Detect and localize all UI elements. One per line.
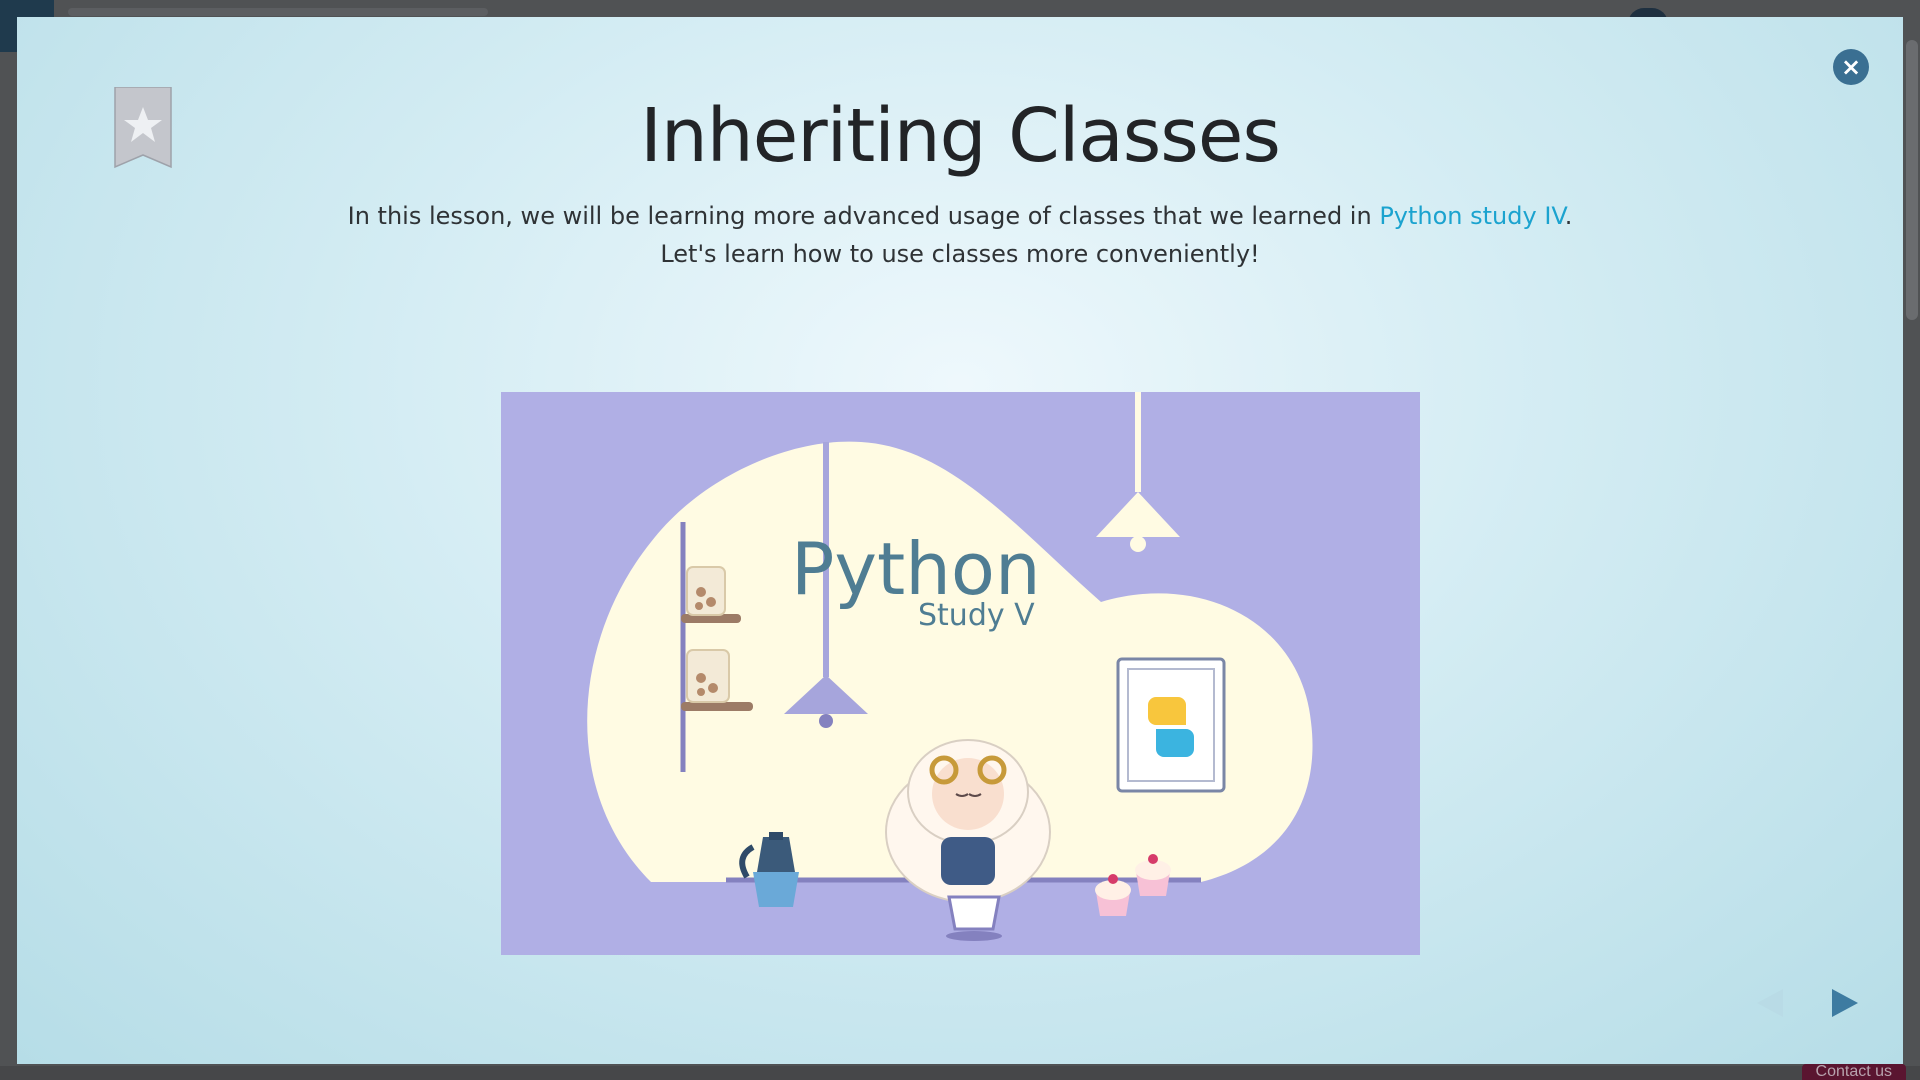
prev-arrow-icon[interactable] <box>1757 989 1783 1017</box>
description-line-2: Let's learn how to use classes more conv… <box>660 240 1260 268</box>
cover-illustration: Python Study V <box>587 392 1313 941</box>
lesson-modal: × Inheriting Classes In this lesson, we … <box>17 17 1903 1064</box>
lesson-description: In this lesson, we will be learning more… <box>17 197 1903 273</box>
lesson-cover-image: Python Study V <box>501 392 1420 955</box>
next-arrow-icon[interactable] <box>1832 989 1858 1017</box>
background-topbar <box>68 8 488 16</box>
description-line-1: In this lesson, we will be learning more… <box>347 202 1573 230</box>
close-icon[interactable]: × <box>1833 49 1869 85</box>
python-study-iv-link[interactable]: Python study IV <box>1379 202 1564 230</box>
cover-subtitle: Study V <box>918 598 1035 633</box>
contact-us-button[interactable]: Contact us <box>1801 1064 1906 1080</box>
page-scrollbar[interactable] <box>1906 40 1918 320</box>
background-bottombar <box>0 1066 1920 1080</box>
lesson-title: Inheriting Classes <box>640 93 1281 179</box>
